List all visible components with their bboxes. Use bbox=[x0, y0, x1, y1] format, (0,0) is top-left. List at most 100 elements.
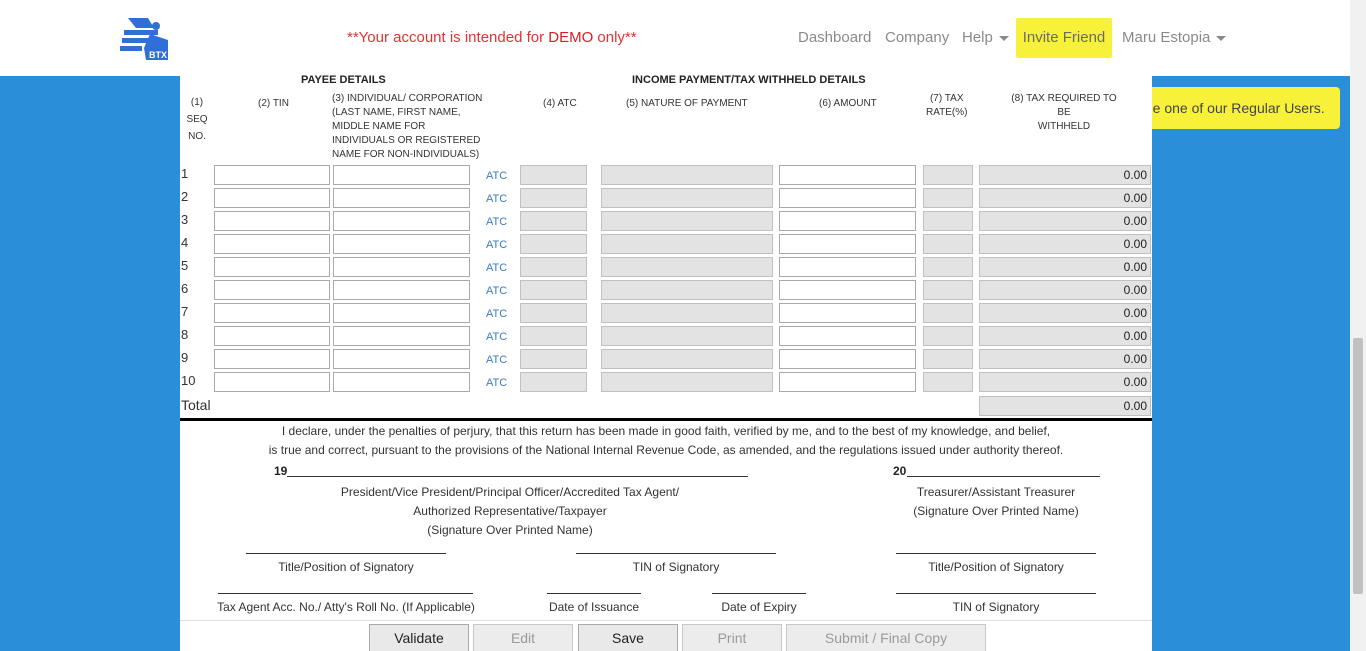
amount-input[interactable] bbox=[779, 188, 916, 208]
atc-lookup-link[interactable]: ATC bbox=[486, 170, 507, 182]
tin-input[interactable] bbox=[214, 165, 330, 185]
page-scrollbar[interactable] bbox=[1350, 0, 1366, 651]
col-tin-header: (2) TIN bbox=[258, 98, 289, 109]
title-line-2 bbox=[896, 553, 1096, 554]
chevron-down-icon bbox=[1216, 35, 1227, 41]
amount-input[interactable] bbox=[779, 257, 916, 277]
nav-help-dropdown[interactable]: Help bbox=[962, 18, 1009, 58]
row-seq-number: 1 bbox=[181, 166, 189, 181]
payee-name-input[interactable] bbox=[333, 349, 470, 369]
tax-rate-field bbox=[923, 349, 973, 369]
tin-input[interactable] bbox=[214, 303, 330, 323]
tin-input[interactable] bbox=[214, 326, 330, 346]
signatory-2-caption: Treasurer/Assistant Treasurer (Signature … bbox=[913, 485, 1079, 518]
total-tax-field: 0.00 bbox=[979, 396, 1151, 416]
atc-lookup-link[interactable]: ATC bbox=[486, 308, 507, 320]
atc-lookup-link[interactable]: ATC bbox=[486, 331, 507, 343]
payee-name-input[interactable] bbox=[333, 211, 470, 231]
atc-lookup-link[interactable]: ATC bbox=[486, 193, 507, 205]
tin-input[interactable] bbox=[214, 372, 330, 392]
atc-field bbox=[520, 188, 587, 208]
atc-field bbox=[520, 280, 587, 300]
tax-withheld-field: 0.00 bbox=[979, 188, 1151, 208]
tax-rate-field bbox=[923, 326, 973, 346]
col-name-header: (3) INDIVIDUAL/ CORPORATION (LAST NAME, F… bbox=[332, 93, 483, 160]
submit-final-copy-button[interactable]: Submit / Final Copy bbox=[786, 624, 986, 651]
tin-input[interactable] bbox=[214, 257, 330, 277]
payee-name-input[interactable] bbox=[333, 257, 470, 277]
tin-input[interactable] bbox=[214, 188, 330, 208]
tin-input[interactable] bbox=[214, 280, 330, 300]
edit-button[interactable]: Edit bbox=[473, 624, 573, 651]
row-seq-number: 7 bbox=[181, 304, 189, 319]
print-button[interactable]: Print bbox=[682, 624, 782, 651]
tax-withheld-field: 0.00 bbox=[979, 257, 1151, 277]
atc-field bbox=[520, 165, 587, 185]
col-tax-header: (8) TAX REQUIRED TO BE WITHHELD bbox=[1011, 93, 1117, 132]
declaration-line-1: I declare, under the penalties of perjur… bbox=[281, 424, 1051, 438]
atc-lookup-link[interactable]: ATC bbox=[486, 262, 507, 274]
atc-lookup-link[interactable]: ATC bbox=[486, 354, 507, 366]
signatory-1-caption: President/Vice President/Principal Offic… bbox=[340, 485, 680, 537]
amount-input[interactable] bbox=[779, 165, 916, 185]
payee-name-input[interactable] bbox=[333, 303, 470, 323]
amount-input[interactable] bbox=[779, 303, 916, 323]
payee-name-input[interactable] bbox=[333, 234, 470, 254]
col-rate-header: (7) TAX RATE(%) bbox=[926, 93, 968, 118]
issuance-line bbox=[547, 593, 641, 594]
payee-name-input[interactable] bbox=[333, 165, 470, 185]
ebirforms-logo-icon[interactable]: BTX bbox=[120, 14, 170, 62]
invite-friend-button[interactable]: Invite Friend bbox=[1016, 18, 1112, 58]
demo-word: DEMO bbox=[548, 29, 594, 46]
section-divider bbox=[180, 418, 1152, 421]
scrollbar-thumb[interactable] bbox=[1353, 338, 1363, 594]
tin-signatory-1-label: TIN of Signatory bbox=[632, 560, 720, 574]
row-seq-number: 4 bbox=[181, 235, 189, 250]
date-expiry-label: Date of Expiry bbox=[721, 600, 797, 614]
signature-line-1 bbox=[287, 476, 748, 477]
tin-signatory-2-label: TIN of Signatory bbox=[952, 600, 1040, 614]
row-seq-number: 3 bbox=[181, 212, 189, 227]
amount-input[interactable] bbox=[779, 349, 916, 369]
action-button-bar: Validate Edit Save Print Submit / Final … bbox=[180, 620, 1152, 651]
sig-number-19: 19 bbox=[274, 464, 288, 478]
tax-rate-field bbox=[923, 188, 973, 208]
atc-lookup-link[interactable]: ATC bbox=[486, 239, 507, 251]
validate-button[interactable]: Validate bbox=[369, 624, 469, 651]
payee-name-input[interactable] bbox=[333, 188, 470, 208]
atc-field bbox=[520, 303, 587, 323]
tax-withheld-field: 0.00 bbox=[979, 372, 1151, 392]
nature-of-payment-field bbox=[601, 257, 773, 277]
tin-line-2 bbox=[896, 593, 1096, 594]
amount-input[interactable] bbox=[779, 211, 916, 231]
row-seq-number: 10 bbox=[181, 373, 196, 388]
user-menu-dropdown[interactable]: Maru Estopia bbox=[1122, 18, 1227, 58]
regular-users-badge[interactable]: Be one of our Regular Users. bbox=[1128, 87, 1340, 129]
form-panel: PAYEE DETAILS INCOME PAYMENT/TAX WITHHEL… bbox=[180, 74, 1152, 651]
nature-of-payment-field bbox=[601, 234, 773, 254]
atc-lookup-link[interactable]: ATC bbox=[486, 377, 507, 389]
nav-dashboard[interactable]: Dashboard bbox=[798, 18, 871, 58]
tin-input[interactable] bbox=[214, 349, 330, 369]
income-details-heading: INCOME PAYMENT/TAX WITHHELD DETAILS bbox=[632, 74, 866, 86]
atc-field bbox=[520, 326, 587, 346]
atc-lookup-link[interactable]: ATC bbox=[486, 216, 507, 228]
amount-input[interactable] bbox=[779, 280, 916, 300]
atc-lookup-link[interactable]: ATC bbox=[486, 285, 507, 297]
expiry-line bbox=[712, 593, 806, 594]
amount-input[interactable] bbox=[779, 326, 916, 346]
payee-name-input[interactable] bbox=[333, 326, 470, 346]
nav-company[interactable]: Company bbox=[885, 18, 949, 58]
atc-field bbox=[520, 211, 587, 231]
tin-input[interactable] bbox=[214, 234, 330, 254]
tax-rate-field bbox=[923, 372, 973, 392]
tin-input[interactable] bbox=[214, 211, 330, 231]
amount-input[interactable] bbox=[779, 234, 916, 254]
payee-name-input[interactable] bbox=[333, 280, 470, 300]
top-navbar: BTX **Your account is intended for DEMO … bbox=[0, 0, 1350, 76]
payee-name-input[interactable] bbox=[333, 372, 470, 392]
save-button[interactable]: Save bbox=[578, 624, 678, 651]
amount-input[interactable] bbox=[779, 372, 916, 392]
col-atc-header: (4) ATC bbox=[543, 98, 577, 109]
sig-number-20: 20 bbox=[893, 464, 907, 478]
